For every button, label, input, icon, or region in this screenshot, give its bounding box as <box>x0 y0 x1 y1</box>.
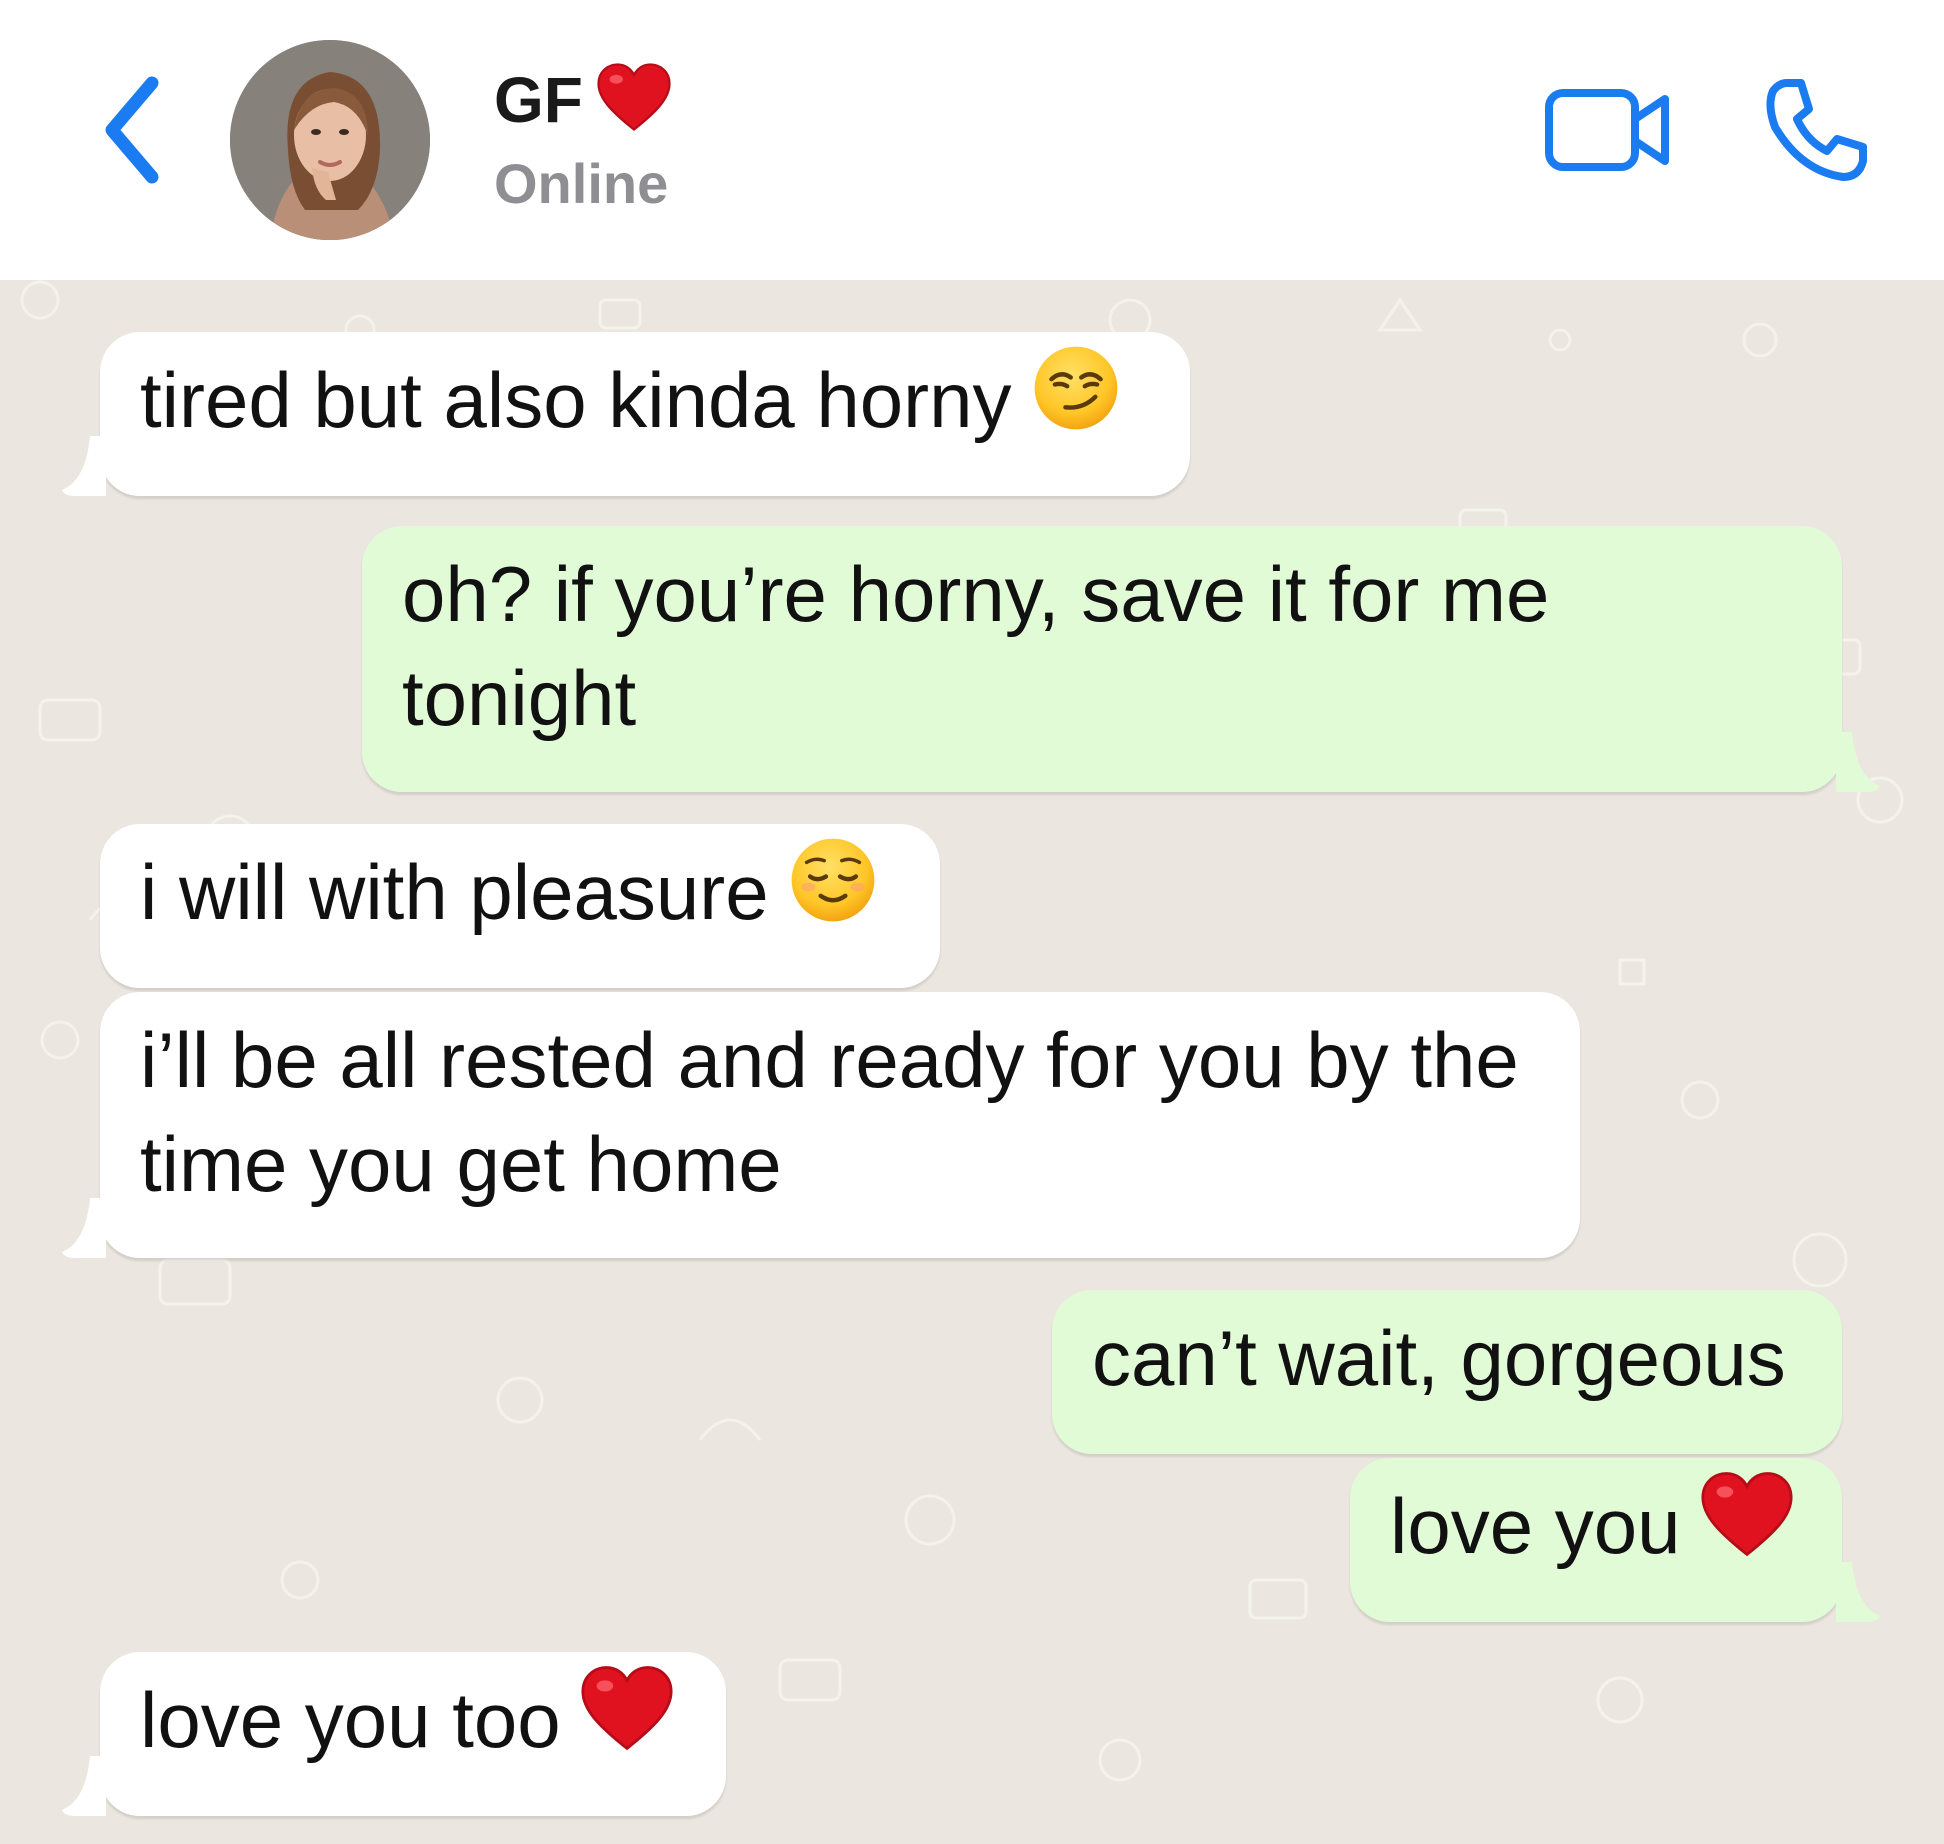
contact-name-text: GF <box>494 64 583 136</box>
red-heart-icon <box>581 1665 673 1776</box>
red-heart-icon <box>597 62 671 148</box>
avatar[interactable] <box>230 40 430 240</box>
bubble-tail <box>62 1198 106 1258</box>
message-bubble-incoming[interactable]: tired but also kinda horny <box>62 332 1190 496</box>
back-button[interactable] <box>88 70 178 190</box>
message-bubble-incoming[interactable]: i will with pleasure <box>100 824 940 988</box>
chevron-left-icon <box>105 76 159 184</box>
message-text: love you <box>1390 1482 1681 1570</box>
message-bubble-outgoing[interactable]: oh? if you’re horny, save it for me toni… <box>362 526 1880 792</box>
bubble-tail <box>1836 732 1880 792</box>
message-bubble-outgoing[interactable]: can’t wait, gorgeous <box>1052 1290 1842 1454</box>
contact-status: Online <box>494 152 669 215</box>
chat-area[interactable]: tired but also kinda horny oh? if you’re… <box>0 280 1944 1844</box>
bubble-tail <box>62 436 106 496</box>
smirking-face-icon <box>1032 344 1120 457</box>
voice-call-button[interactable] <box>1756 70 1876 190</box>
bubble-tail <box>62 1756 106 1816</box>
chat-header: GF Online <box>0 0 1944 280</box>
message-text: love you too <box>140 1676 561 1764</box>
contact-name: GF <box>494 62 671 148</box>
bubble-tail <box>1836 1562 1880 1622</box>
video-camera-icon <box>1545 89 1669 171</box>
relieved-face-icon <box>789 836 877 949</box>
message-text: can’t wait, gorgeous <box>1092 1314 1786 1402</box>
red-heart-icon <box>1701 1471 1793 1582</box>
message-bubble-incoming[interactable]: love you too <box>62 1652 726 1816</box>
message-text: tired but also kinda horny <box>140 356 1012 444</box>
message-bubble-incoming[interactable]: i’ll be all rested and ready for you by … <box>62 992 1580 1258</box>
message-text: i will with pleasure <box>140 848 769 936</box>
video-call-button[interactable] <box>1540 80 1676 180</box>
phone-icon <box>1766 79 1867 181</box>
message-bubble-outgoing[interactable]: love you <box>1350 1458 1880 1622</box>
message-text: oh? if you’re horny, save it for me toni… <box>402 550 1550 742</box>
message-text: i’ll be all rested and ready for you by … <box>140 1016 1519 1208</box>
